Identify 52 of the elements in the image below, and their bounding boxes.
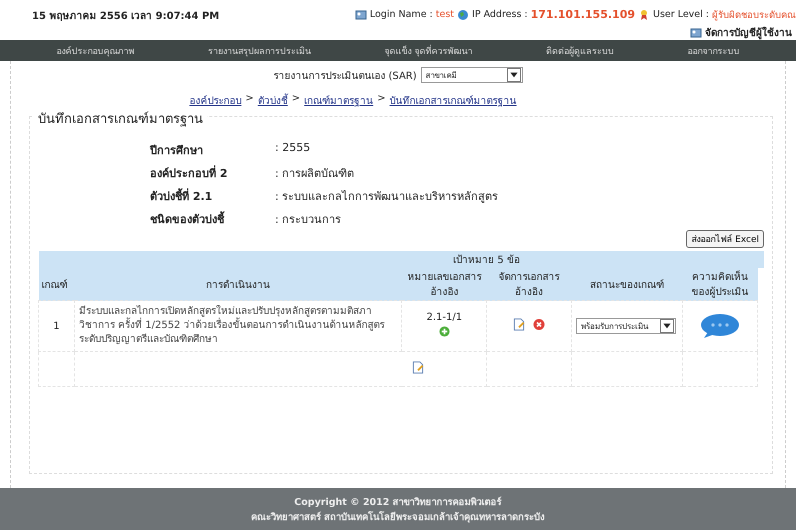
add-icon[interactable] — [438, 326, 450, 337]
info-value: : ระบบและกลไกการพัฒนาและบริหารหลักสูตร — [275, 189, 500, 205]
user-card-icon — [354, 8, 367, 20]
footer-text: Copyright © 2012 สาขาวิทยาการคอมพิวเตอร์ — [294, 496, 502, 509]
date-time: 15 พฤษภาคม 2556 เวลา 9:07:44 PM — [32, 10, 220, 24]
speech-bubble-icon[interactable] — [700, 313, 740, 339]
breadcrumb-link[interactable]: องค์ประกอบ — [189, 93, 242, 108]
nav-link[interactable]: จุดแข็ง จุดที่ควรพัฒนา — [384, 44, 472, 58]
delete-icon[interactable] — [532, 318, 545, 331]
nav-link[interactable]: องค์ประกอบคุณภาพ — [56, 44, 135, 58]
info-value: : 2555 — [275, 141, 312, 156]
footer-text: คณะวิทยาศาสตร์ สถาบันเทคโนโลยีพระจอมเกล้าเจ้าคุณทหารลาดกระบัง — [250, 510, 546, 524]
column-header: หมายเลขเอกสารอ้างอิง — [402, 268, 487, 300]
info-label: องค์ประกอบที่ 2 — [150, 164, 228, 182]
globe-icon — [457, 8, 470, 20]
sar-label: รายงานการประเมินตนเอง (SAR) — [273, 70, 417, 82]
login-value: test — [436, 9, 454, 20]
table-cell: 1 — [38, 300, 74, 352]
nav-link[interactable]: รายงานสรุปผลการประเมิน — [208, 44, 312, 58]
breadcrumb-separator: > — [245, 93, 254, 106]
breadcrumb-link[interactable]: ตัวบ่งชี้ — [258, 93, 288, 108]
edit-document-icon[interactable] — [513, 318, 526, 331]
goal-header: เป้าหมาย 5 ข้อ — [402, 251, 572, 268]
breadcrumb-separator: > — [292, 93, 300, 106]
ip-label: IP Address : — [472, 9, 528, 20]
table-cell-text: 2.1-1/1 — [425, 312, 464, 323]
column-header: จัดการเอกสารอ้างอิง — [486, 268, 572, 300]
level-value: ผู้รับผิดชอบระดับคณ — [712, 9, 796, 22]
column-header: ความคิดเห็นของผู้ประเมิน — [682, 268, 758, 300]
branch-select[interactable]: สาขาเคมี — [420, 67, 523, 83]
info-value: : การผลิตบัณฑิต — [275, 166, 356, 182]
table-cell: มีระบบและกลไกการเปิดหลักสูตรใหม่และปรับปรุงหลักสูตรตามมติสภาวิชาการ ครั้งที่ 1/2552 ว่าด้วยเรื่องขั้นตอนการดำเนินงานด้านหลักสูตรระดับปริญญาตรีและบัณฑิตศึกษา — [74, 300, 402, 352]
column-header: เกณฑ์ — [38, 268, 74, 300]
column-header: การดำเนินงาน — [74, 268, 402, 300]
level-label: User Level : — [653, 9, 709, 20]
breadcrumb-link[interactable]: บันทึกเอกสารเกณฑ์มาตรฐาน — [390, 93, 517, 108]
nav-link[interactable]: ติดต่อผู้ดูแลระบบ — [546, 44, 614, 58]
user-card-icon — [690, 26, 702, 38]
export-button[interactable]: ส่งออกไฟล์ Excel — [686, 230, 764, 248]
info-value: : กระบวนการ — [275, 212, 342, 228]
nav-link[interactable]: ออกจากระบบ — [687, 44, 740, 58]
account-link[interactable]: จัดการบัญชีผู้ใช้งาน — [705, 25, 792, 40]
new-document-icon[interactable] — [412, 361, 424, 374]
breadcrumb-link[interactable]: เกณฑ์มาตรฐาน — [304, 93, 374, 108]
info-label: ตัวบ่งชี้ที่ 2.1 — [150, 187, 214, 205]
breadcrumb-separator: > — [377, 93, 386, 106]
login-label: Login Name : — [370, 9, 433, 20]
status-select[interactable]: พร้อมรับการประเมิน — [576, 318, 676, 334]
info-label: ชนิดของตัวบ่งชี้ — [150, 210, 226, 228]
ip-value: 171.101.155.109 — [530, 8, 636, 21]
column-header: สถานะของเกณฑ์ — [571, 268, 682, 300]
info-label: ปีการศึกษา — [150, 143, 204, 159]
